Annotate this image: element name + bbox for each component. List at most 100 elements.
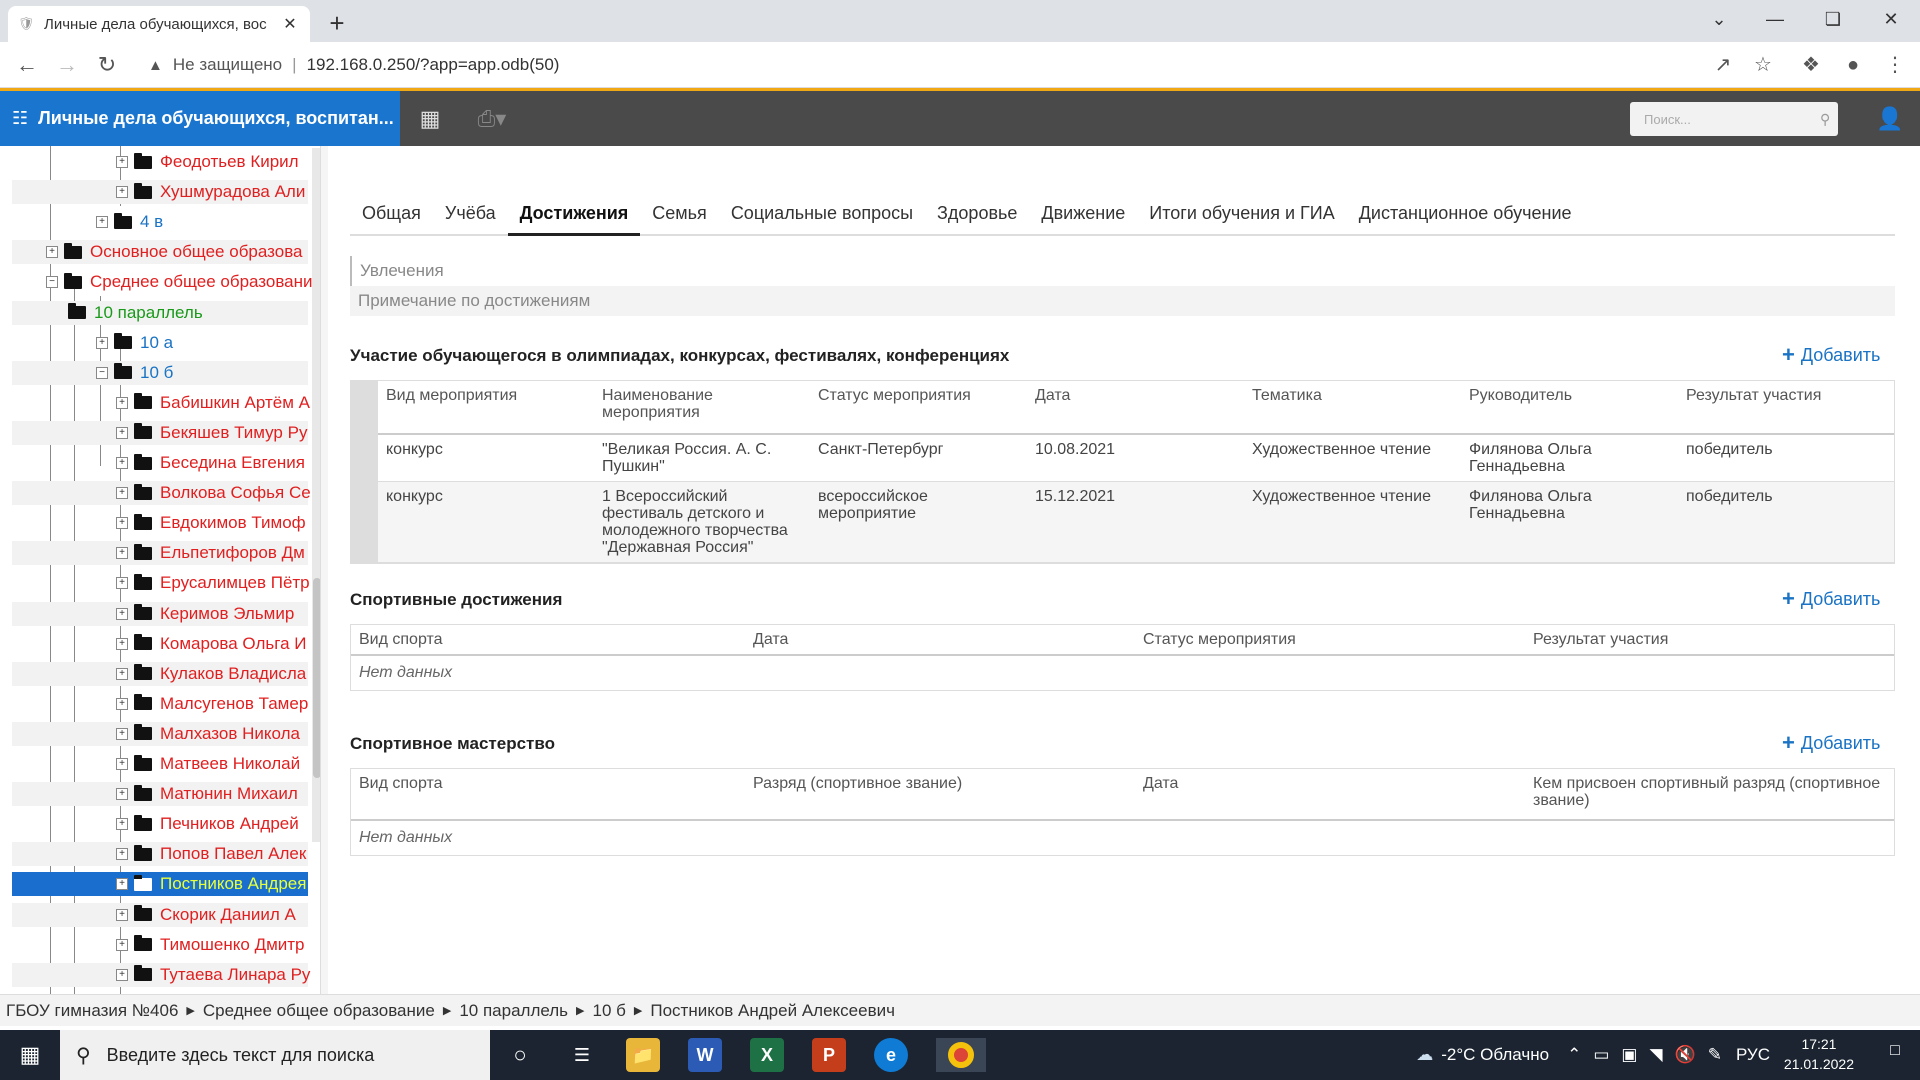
column-header[interactable]: Статус мероприятия <box>810 381 1027 433</box>
tree-node[interactable]: + Малхазов Никола <box>116 722 300 746</box>
tree-node[interactable]: + Ерусалимцев Пётр <box>116 571 310 595</box>
tree-node[interactable]: + Попов Павел Алек <box>116 842 306 866</box>
collapse-icon[interactable]: − <box>46 276 58 289</box>
expand-icon[interactable]: + <box>96 216 108 229</box>
tree-node[interactable]: − Среднее общее образовани <box>46 270 313 294</box>
address-bar[interactable]: ▲ Не защищено | 192.168.0.250/?app=app.o… <box>136 48 1696 82</box>
reload-icon[interactable]: ↻ <box>92 50 122 80</box>
apps-grid-icon[interactable]: ▦ <box>400 91 460 146</box>
tree-node[interactable]: + Бекяшев Тимур Ру <box>116 421 307 445</box>
expand-icon[interactable]: + <box>116 517 128 530</box>
clock[interactable]: 17:21 21.01.2022 <box>1784 1034 1854 1074</box>
close-window-button[interactable]: ✕ <box>1868 4 1914 34</box>
column-header[interactable]: Вид спорта <box>351 625 745 654</box>
expand-icon[interactable]: + <box>116 968 128 981</box>
weather-text[interactable]: -2°C Облачно <box>1441 1045 1549 1065</box>
achievements-note-field[interactable]: Примечание по достижениям <box>350 286 1895 316</box>
collapse-icon[interactable]: − <box>96 366 108 379</box>
extensions-icon[interactable]: ❖ <box>1796 50 1826 80</box>
tree-node[interactable]: + Беседина Евгения <box>116 451 305 475</box>
tree-node[interactable]: + Хушмурадова Али <box>116 180 305 204</box>
notifications-icon[interactable]: □ <box>1882 1042 1908 1068</box>
tree-node[interactable]: + Тутаева Линара Ру <box>116 963 310 987</box>
add-mastery-button[interactable]: + Добавить <box>1782 730 1880 756</box>
expand-icon[interactable]: + <box>116 487 128 500</box>
tree-node[interactable]: + Скорик Даниил А <box>116 903 296 927</box>
column-header[interactable]: Дата <box>745 625 1135 654</box>
add-sport-button[interactable]: + Добавить <box>1782 586 1880 612</box>
menu-kebab-icon[interactable]: ⋮ <box>1880 50 1910 80</box>
tree-node[interactable]: + Кулаков Владисла <box>116 662 306 686</box>
column-header[interactable]: Разряд (спортивное звание) <box>745 769 1135 819</box>
expand-icon[interactable]: + <box>116 818 128 831</box>
column-header[interactable]: Результат участия <box>1678 381 1893 433</box>
warning-icon[interactable]: ▲ <box>148 57 163 74</box>
tree-node[interactable]: + Матюнин Михаил <box>116 782 298 806</box>
column-header[interactable]: Результат участия <box>1525 625 1894 654</box>
tree-node[interactable]: 10 параллель <box>68 301 203 325</box>
file-explorer-icon[interactable]: 📁 <box>626 1038 660 1072</box>
column-header[interactable]: Дата <box>1135 769 1525 819</box>
expand-icon[interactable]: + <box>116 727 128 740</box>
column-header[interactable]: Тематика <box>1244 381 1461 433</box>
panel-splitter[interactable] <box>320 146 328 994</box>
profile-icon[interactable]: ● <box>1838 50 1868 80</box>
tab-0[interactable]: Общая <box>350 194 433 236</box>
taskbar-search[interactable]: ⚲ Введите здесь текст для поиска <box>60 1030 490 1080</box>
expand-icon[interactable]: + <box>116 697 128 710</box>
print-icon[interactable]: ⎙▾ <box>462 91 522 146</box>
minimize-button[interactable]: — <box>1752 4 1798 34</box>
tray-chevron-icon[interactable]: ⌃ <box>1567 1045 1581 1065</box>
tab-7[interactable]: Итоги обучения и ГИА <box>1137 194 1346 236</box>
expand-icon[interactable]: + <box>116 938 128 951</box>
device-icon[interactable]: ▣ <box>1621 1045 1637 1065</box>
tree-node-selected[interactable]: + Постников Андрея <box>116 872 306 896</box>
breadcrumb-item[interactable]: 10 параллель <box>459 1001 568 1021</box>
search-input[interactable] <box>1644 111 1820 127</box>
breadcrumb-item[interactable]: Постников Андрей Алексеевич <box>650 1001 895 1021</box>
expand-icon[interactable]: + <box>116 577 128 590</box>
edge-icon[interactable]: e <box>874 1038 908 1072</box>
column-header[interactable]: Кем присвоен спортивный разряд (спортивн… <box>1525 769 1894 819</box>
expand-icon[interactable]: + <box>116 878 128 891</box>
expand-icon[interactable]: + <box>46 246 58 259</box>
tree-node[interactable]: +10 а <box>96 331 173 355</box>
expand-icon[interactable]: + <box>116 637 128 650</box>
tab-1[interactable]: Учёба <box>433 194 508 236</box>
share-icon[interactable]: ↗ <box>1708 50 1738 80</box>
expand-icon[interactable]: + <box>116 186 128 199</box>
close-tab-icon[interactable]: ✕ <box>280 14 300 34</box>
task-view-circle-icon[interactable]: ○ <box>503 1038 537 1072</box>
search-box[interactable]: ⚲ <box>1630 102 1838 136</box>
tree-node[interactable]: + Феодотьев Кирил <box>116 150 299 174</box>
pen-icon[interactable]: ✎ <box>1708 1045 1722 1065</box>
forward-icon[interactable]: → <box>52 50 82 80</box>
breadcrumb-item[interactable]: Среднее общее образование <box>203 1001 435 1021</box>
expand-icon[interactable]: + <box>116 426 128 439</box>
word-icon[interactable]: W <box>688 1038 722 1072</box>
expand-icon[interactable]: + <box>116 457 128 469</box>
tree-node[interactable]: + Малсугенов Тамер <box>116 692 308 716</box>
volume-muted-icon[interactable]: 🔇 <box>1675 1045 1696 1065</box>
tab-search-icon[interactable]: ⌄ <box>1696 4 1742 34</box>
search-icon[interactable]: ⚲ <box>1820 111 1830 128</box>
expand-icon[interactable]: + <box>116 667 128 680</box>
expand-icon[interactable]: + <box>116 758 128 770</box>
expand-icon[interactable]: + <box>116 396 128 409</box>
tree-node[interactable]: − 10 б <box>96 361 173 385</box>
bookmark-star-icon[interactable]: ☆ <box>1748 50 1778 80</box>
expand-icon[interactable]: + <box>116 156 128 168</box>
column-header[interactable]: Вид спорта <box>351 769 745 819</box>
expand-icon[interactable]: + <box>116 607 128 620</box>
breadcrumb-item[interactable]: 10 б <box>593 1001 626 1021</box>
column-header[interactable]: Статус мероприятия <box>1135 625 1525 654</box>
language-indicator[interactable]: РУС <box>1736 1045 1770 1065</box>
excel-icon[interactable]: X <box>750 1038 784 1072</box>
breadcrumb-item[interactable]: ГБОУ гимназия №406 <box>6 1001 178 1021</box>
network-icon[interactable]: ◥ <box>1649 1045 1662 1065</box>
tree-node[interactable]: + Волкова Софья Се <box>116 481 311 505</box>
battery-icon[interactable]: ▭ <box>1593 1045 1609 1065</box>
tab-4[interactable]: Социальные вопросы <box>719 194 925 236</box>
tree-node[interactable]: + Евдокимов Тимоф <box>116 511 306 535</box>
column-header[interactable]: Наименование мероприятия <box>594 381 810 433</box>
